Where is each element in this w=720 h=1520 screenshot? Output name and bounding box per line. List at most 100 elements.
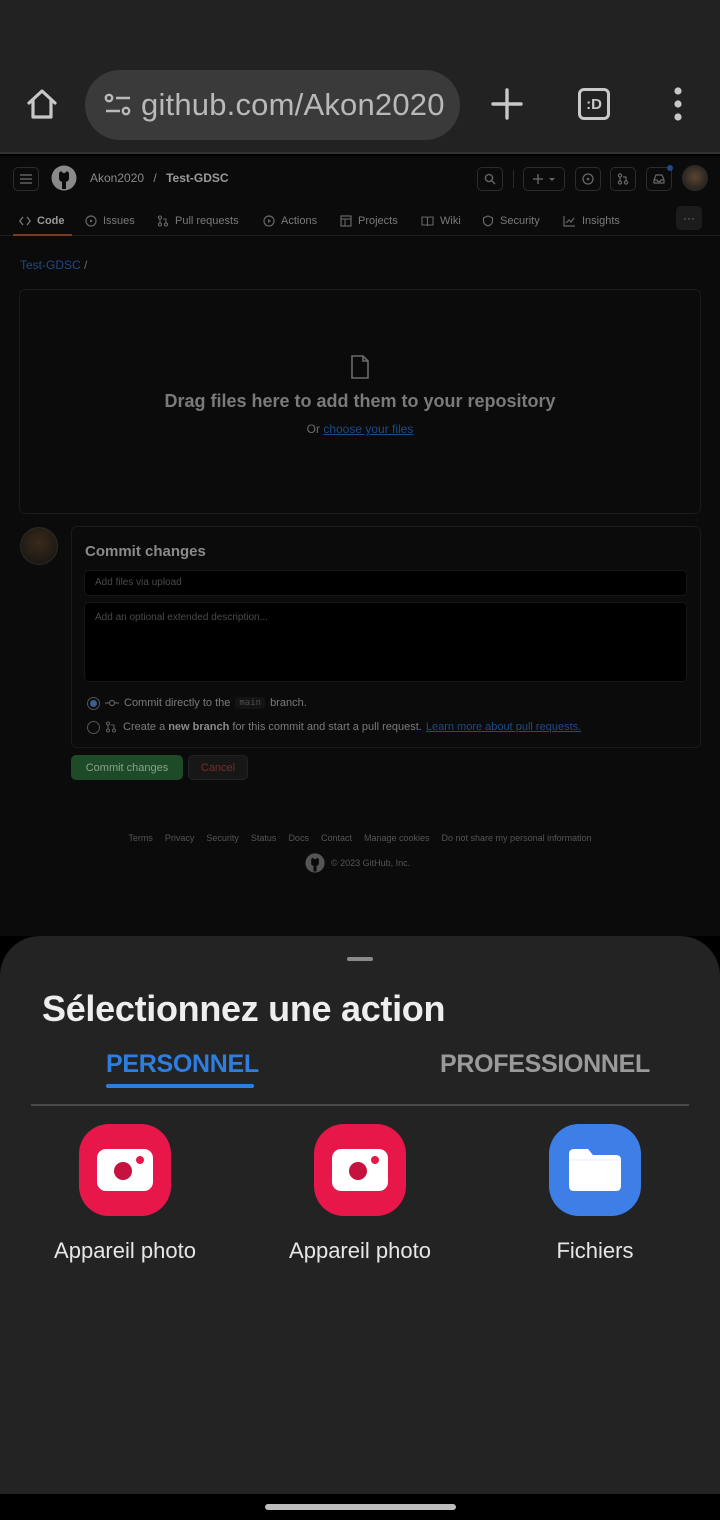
site-settings-icon[interactable] [85,70,141,140]
tab-projects[interactable]: Projects [340,210,398,232]
hamburger-icon [20,174,32,184]
radio-button-selected[interactable] [87,696,100,710]
browser-menu-button[interactable] [654,80,702,128]
table-icon [340,215,352,227]
owner-link[interactable]: Akon2020 [90,171,144,185]
app-option-camera[interactable]: Appareil photo [25,1124,225,1264]
notification-dot [667,165,673,171]
tab-security[interactable]: Security [482,210,540,232]
sheet-drag-handle[interactable] [347,957,373,961]
tab-count: :D [578,88,610,120]
commit-avatar [20,527,58,565]
commit-changes-button[interactable]: Commit changes [71,755,183,780]
active-tab-indicator [13,234,72,236]
tab-personal[interactable]: PERSONNEL [106,1050,259,1079]
status-bar [0,0,720,60]
github-logo-icon [305,853,325,873]
app-label: Appareil photo [54,1238,196,1263]
pull-requests-shortcut-button[interactable] [610,167,636,191]
footer-copyright: © 2023 GitHub, Inc. [305,853,410,873]
commit-description-input[interactable]: Add an optional extended description... [84,602,687,682]
hamburger-menu-button[interactable] [13,167,39,191]
cancel-button[interactable]: Cancel [188,755,248,780]
git-commit-icon [105,699,119,707]
commit-summary-input[interactable]: Add files via upload [84,570,687,596]
shield-icon [482,215,494,227]
github-logo-icon[interactable] [51,165,77,191]
home-icon [27,89,57,119]
home-button[interactable] [18,80,66,128]
action-chooser-sheet: Sélectionnez une action PERSONNEL PROFES… [0,936,720,1494]
folder-icon [549,1124,641,1216]
more-horizontal-icon: ··· [683,211,695,225]
tab-divider [31,1104,689,1106]
tab-actions[interactable]: Actions [263,210,317,232]
footer-link[interactable]: Do not share my personal information [442,833,592,843]
tab-switcher-button[interactable]: :D [570,80,618,128]
footer-links: Terms Privacy Security Status Docs Conta… [0,833,720,843]
search-icon [484,173,496,185]
footer-link[interactable]: Privacy [165,833,195,843]
tab-issues[interactable]: Issues [85,210,135,232]
inbox-icon [653,174,665,184]
repo-link[interactable]: Test-GDSC [166,171,228,185]
pull-request-icon [157,215,169,227]
branch-name: main [235,697,266,709]
plus-icon [491,88,523,120]
repo-nav: Code Issues Pull requests Actions Projec… [0,204,720,236]
issue-icon [582,173,594,185]
footer-link[interactable]: Contact [321,833,352,843]
new-tab-button[interactable] [483,80,531,128]
divider [513,170,514,188]
browser-toolbar: github.com/Akon2020 :D [0,60,720,154]
drop-zone-subtitle: Or choose your files [306,422,414,436]
issues-shortcut-button[interactable] [575,167,601,191]
file-icon [351,355,369,379]
tab-code[interactable]: Code [19,210,65,232]
app-option-camera[interactable]: Appareil photo [260,1124,460,1264]
code-icon [19,216,31,226]
path-repo-link[interactable]: Test-GDSC [20,258,81,272]
book-icon [421,216,434,227]
sheet-title: Sélectionnez une action [42,988,446,1029]
system-navigation-bar [0,1494,720,1520]
app-label: Appareil photo [289,1238,431,1263]
issue-icon [85,215,97,227]
tab-professional[interactable]: PROFESSIONNEL [440,1050,650,1079]
camera-icon [79,1124,171,1216]
pull-request-icon [105,721,117,733]
more-tabs-button[interactable]: ··· [676,206,702,230]
commit-title: Commit changes [85,543,206,560]
more-vertical-icon [674,87,682,121]
commit-direct-option[interactable]: Commit directly to the main branch. [87,695,307,711]
radio-button[interactable] [87,720,100,734]
graph-icon [563,216,575,227]
footer-link[interactable]: Status [251,833,277,843]
address-bar[interactable]: github.com/Akon2020 [85,70,460,140]
github-header: Akon2020 / Test-GDSC Code Issues Pull re… [0,156,720,236]
repo-breadcrumb: Akon2020 / Test-GDSC [90,171,229,185]
pull-request-icon [617,173,629,185]
tab-pull-requests[interactable]: Pull requests [157,210,239,232]
create-new-button[interactable] [523,167,565,191]
learn-more-link[interactable]: Learn more about pull requests. [426,721,581,733]
url-text: github.com/Akon2020 [141,87,445,122]
tab-wiki[interactable]: Wiki [421,210,461,232]
footer-link[interactable]: Security [206,833,239,843]
footer-link[interactable]: Docs [288,833,309,843]
footer-link[interactable]: Terms [128,833,153,843]
tab-insights[interactable]: Insights [563,210,620,232]
play-icon [263,215,275,227]
file-path-breadcrumb: Test-GDSC / [20,258,88,272]
app-option-files[interactable]: Fichiers [495,1124,695,1264]
home-gesture-handle[interactable] [265,1504,456,1510]
commit-new-branch-option[interactable]: Create a new branch for this commit and … [87,719,581,735]
plus-icon [533,174,555,184]
footer-link[interactable]: Manage cookies [364,833,430,843]
active-tab-indicator [106,1084,254,1088]
avatar[interactable] [682,165,708,191]
search-button[interactable] [477,167,503,191]
camera-icon [314,1124,406,1216]
choose-files-link[interactable]: choose your files [323,422,413,436]
github-page: Akon2020 / Test-GDSC Code Issues Pull re… [0,156,720,936]
